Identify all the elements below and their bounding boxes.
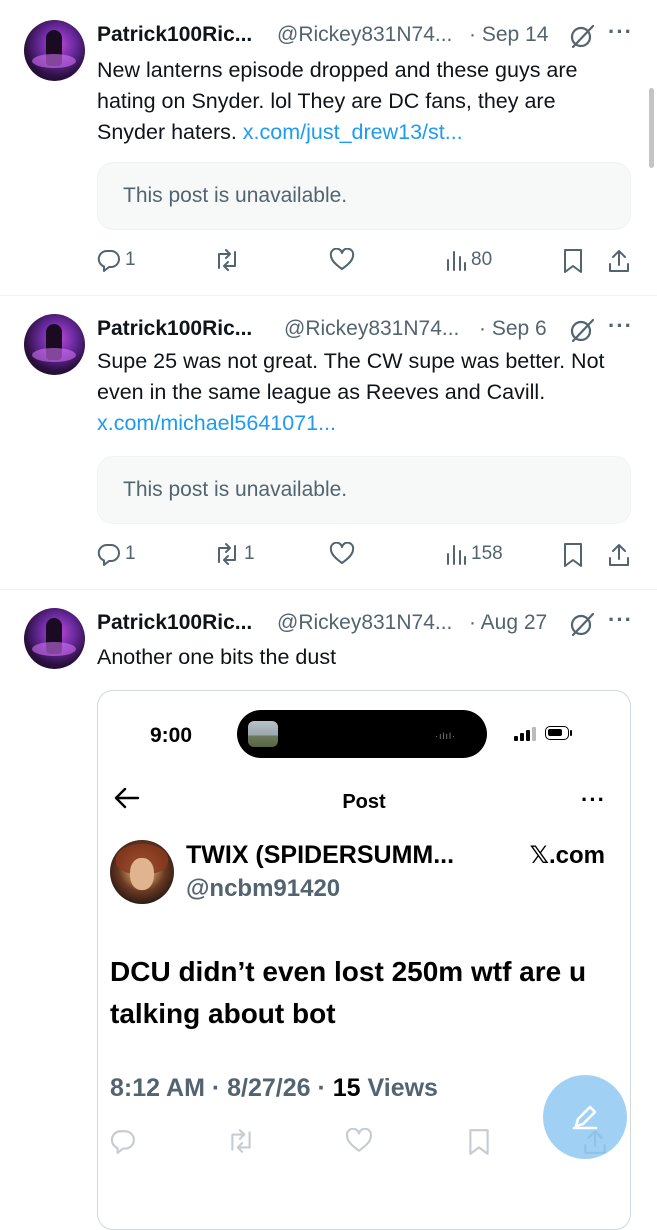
reply-icon [97,543,120,566]
views-button[interactable]: 80 [445,248,492,272]
more-options-icon[interactable]: ··· [608,313,633,339]
embedded-screenshot[interactable]: 9:00 ·ılıl· Post ··· TWIX (SPIDERSUMM...… [97,690,631,1230]
views-count: 80 [471,249,493,270]
share-icon [609,544,629,566]
share-button[interactable] [607,542,631,568]
repost-button[interactable]: 1 [214,542,255,566]
avatar[interactable] [110,840,174,904]
bookmark-icon [564,543,582,567]
post-text-main: Supe 25 was not great. The CW supe was b… [97,349,605,404]
bookmark-icon [467,1128,491,1156]
page-title: Post [342,791,386,813]
post-text: Supe 25 was not great. The CW supe was b… [97,346,627,439]
dynamic-island: ·ılıl· [237,710,487,758]
share-icon [609,250,629,272]
author-name[interactable]: TWIX (SPIDERSUMM... [186,841,454,870]
avatar[interactable] [24,314,85,375]
repost-count: 1 [244,543,255,564]
like-button[interactable] [329,542,355,566]
scrollbar[interactable] [649,88,654,168]
author-handle[interactable]: @ncbm91420 [186,875,340,903]
bookmark-button[interactable] [562,542,584,568]
compose-button[interactable] [543,1075,627,1159]
reply-icon [110,1128,136,1154]
grok-icon[interactable] [569,611,595,637]
repost-button[interactable] [214,248,244,272]
share-button[interactable] [607,248,631,274]
more-options-icon[interactable]: ··· [608,19,633,45]
like-icon [345,1128,373,1154]
like-button[interactable] [329,248,355,272]
author-handle[interactable]: @Rickey831N74... [277,611,452,635]
audio-indicator: ·ılıl· [435,731,456,741]
unavailable-quote: This post is unavailable. [97,162,631,230]
like-icon [329,542,355,564]
more-options-icon[interactable]: ··· [608,607,633,633]
reply-icon [97,249,120,272]
views-count: 158 [471,543,503,564]
post-text: Another one bits the dust [97,645,337,669]
signal-icon [514,727,536,741]
author-name[interactable]: Patrick100Ric... [97,23,252,47]
post-date[interactable]: · Sep 14 [469,23,548,47]
post-text: New lanterns episode dropped and these g… [97,55,627,148]
bookmark-icon [564,249,582,273]
post-divider [0,295,657,296]
unavailable-quote: This post is unavailable. [97,456,631,524]
post-link[interactable]: x.com/just_drew13/st... [243,120,463,144]
compose-icon [572,1105,598,1130]
repost-icon [227,1128,255,1154]
post-meta: 8:12 AM · 8/27/26 · 15 Views [110,1074,438,1103]
post-text: DCU didn’t even lost 250m wtf are u talk… [110,956,587,1029]
views-icon [447,251,466,271]
bookmark-button[interactable] [562,248,584,274]
views-label: Views [360,1074,438,1102]
grok-icon[interactable] [569,23,595,49]
post-timestamp: 8:12 AM · 8/27/26 · [110,1074,333,1102]
battery-tip [570,730,572,736]
views-count: 15 [332,1074,361,1102]
source-label: 𝕏.com [529,842,605,869]
media-thumbnail [248,721,278,747]
views-button[interactable]: 158 [445,542,503,566]
reply-count: 1 [125,249,136,270]
views-icon [447,545,466,565]
post-date[interactable]: · Sep 6 [479,317,547,341]
status-time: 9:00 [150,724,193,747]
post-link[interactable]: x.com/michael5641071... [97,411,336,435]
avatar[interactable] [24,20,85,81]
author-handle[interactable]: @Rickey831N74... [277,23,452,47]
like-icon [329,248,355,270]
post-date[interactable]: · Aug 27 [469,611,547,635]
post-divider [0,589,657,590]
repost-icon [218,249,236,271]
reply-count: 1 [125,543,136,564]
avatar[interactable] [24,608,85,669]
grok-icon[interactable] [569,317,595,343]
author-handle[interactable]: @Rickey831N74... [284,317,459,341]
author-name[interactable]: Patrick100Ric... [97,611,252,635]
battery-icon [545,726,569,740]
reply-button[interactable]: 1 [97,248,136,272]
reply-button[interactable]: 1 [97,542,136,566]
more-options-icon[interactable]: ··· [581,787,606,813]
author-name[interactable]: Patrick100Ric... [97,317,252,341]
repost-icon [218,543,236,565]
post-actions [110,1128,618,1158]
